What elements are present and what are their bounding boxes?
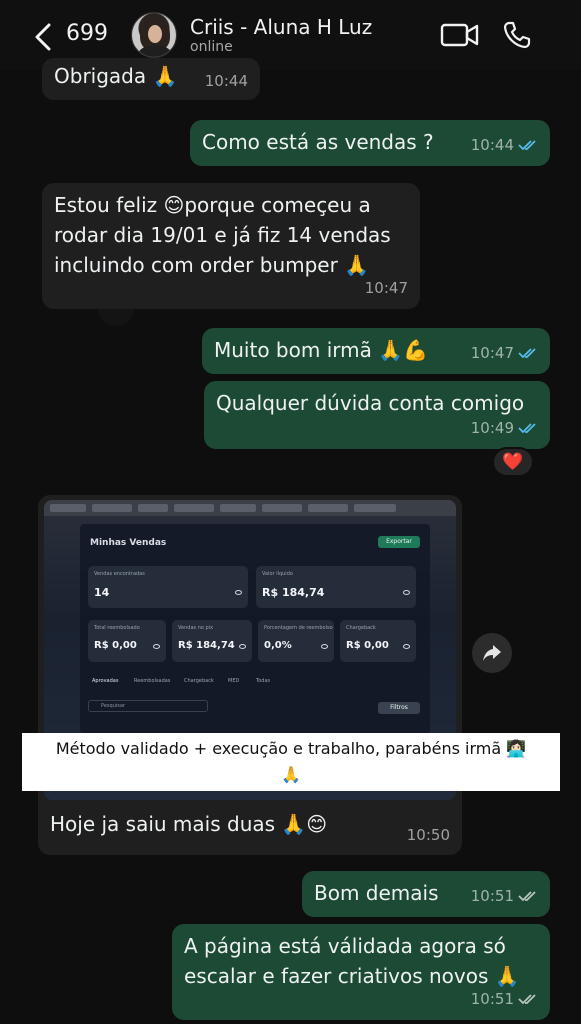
message-time: 10:47 [470,344,514,362]
card-refunded: Total reembolsado R$ 0,00 [88,620,166,662]
back-button[interactable] [34,22,60,52]
heart-reaction-badge[interactable]: ❤️ [492,447,534,477]
message-time: 10:50 [406,826,450,844]
share-arrow-icon [483,645,501,661]
chevron-left-icon [35,23,51,51]
eye-icon [235,590,242,595]
eye-icon [403,644,410,649]
card-sales-count: Vendas encontradas 14 [88,566,248,608]
contact-name[interactable]: Criis - Aluna H Luz [190,15,372,39]
eye-icon [153,644,160,649]
message-line: Estou feliz 😊porque começeu a [54,193,371,217]
card-net-value: Valor líquido R$ 184,74 [256,566,416,608]
message-line: rodar dia 19/01 e já fiz 14 vendas [54,223,391,247]
dashboard-search: Pesquisar [88,700,208,712]
message-incoming[interactable]: Estou feliz 😊porque começeu a rodar dia … [42,183,420,309]
read-receipt-icon [518,348,536,359]
message-text: Obrigada 🙏 [54,64,178,88]
sales-dashboard: Minhas Vendas Exportar Vendas encontrada… [80,524,430,734]
message-outgoing[interactable]: Bom demais 10:51 [302,871,550,917]
delivered-receipt-icon [518,891,536,902]
message-outgoing[interactable]: Muito bom irmã 🙏💪 10:47 [202,328,550,374]
contact-status: online [190,39,233,55]
message-time: 10:44 [470,136,514,154]
message-text: Como está as vendas ? [202,130,434,154]
image-caption-overlay: Método validado + execução e trabalho, p… [22,733,560,791]
unread-count[interactable]: 699 [66,21,108,46]
delivered-receipt-icon [518,994,536,1005]
eye-icon [239,644,246,649]
message-text: Muito bom irmã 🙏💪 [214,338,429,362]
message-text: Hoje ja saiu mais duas 🙏😊 [50,812,328,836]
filter-button: Filtros [378,702,420,714]
message-incoming-image[interactable]: Minhas Vendas Exportar Vendas encontrada… [38,495,462,855]
message-text: Qualquer dúvida conta comigo [216,391,525,415]
phone-icon[interactable] [502,20,532,50]
eye-icon [403,590,410,595]
message-incoming[interactable]: Obrigada 🙏 10:44 [42,58,260,100]
video-call-icon[interactable] [440,22,480,48]
message-time: 10:51 [470,887,514,905]
message-outgoing[interactable]: Como está as vendas ? 10:44 [190,120,550,166]
browser-tab-bar [44,500,456,516]
dashboard-tabs: Aprovadas Reembolsadas Chargeback MED To… [92,678,271,684]
dashboard-title: Minhas Vendas [90,538,167,548]
card-refund-rate: Porcentagem de reembolso 0,0% [258,620,334,662]
message-line: A página está válidada agora só [184,934,506,958]
forward-button[interactable] [472,633,512,673]
read-receipt-icon [518,140,536,151]
card-pix-sales: Vendas no pix R$ 184,74 [172,620,252,662]
message-outgoing[interactable]: Qualquer dúvida conta comigo 10:49 [204,381,550,449]
avatar[interactable] [131,12,177,58]
card-chargeback: Chargeback R$ 0,00 [340,620,416,662]
read-receipt-icon [518,423,536,434]
message-text: Bom demais [314,881,439,905]
message-time: 10:47 [364,279,408,297]
eye-icon [321,644,328,649]
message-time: 10:51 [470,990,514,1008]
export-button: Exportar [378,536,420,548]
message-time: 10:44 [204,72,248,90]
message-line: incluindo com order bumper 🙏 [54,253,370,277]
message-time: 10:49 [470,419,514,437]
message-outgoing[interactable]: A página está válidada agora só escalar … [172,924,550,1020]
